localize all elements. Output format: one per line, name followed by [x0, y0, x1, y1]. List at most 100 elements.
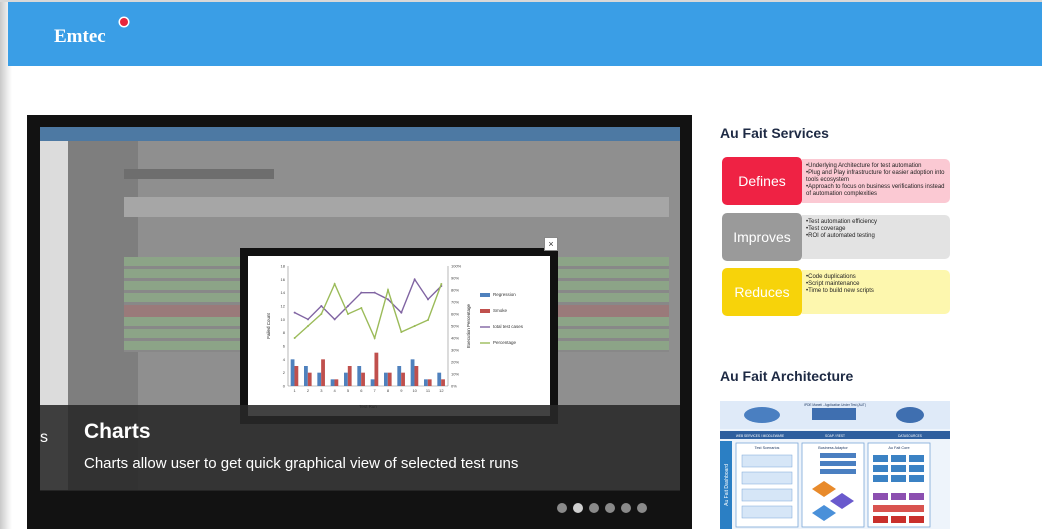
y-tick-label: 14 [281, 290, 286, 295]
bar-regression [304, 366, 308, 386]
y-tick-label: 0 [283, 384, 286, 389]
bar-smoke [401, 372, 405, 386]
y-tick-label: 4 [283, 357, 286, 362]
arch-top-label: IPDE Maneti - Application Under Test (AU… [804, 403, 866, 407]
legend-label: Smoke [493, 308, 508, 313]
architecture-heading[interactable]: Au Fait Architecture [720, 368, 853, 384]
architecture-diagram[interactable]: IPDE Maneti - Application Under Test (AU… [720, 401, 950, 529]
arch-core-box-red [873, 516, 888, 523]
y2-tick-label: 60% [451, 312, 459, 317]
service-point: Approach to focus on business verificati… [806, 184, 950, 198]
service-button-reduces[interactable]: Reduces [722, 268, 802, 316]
x-tick-label: 5 [347, 388, 350, 393]
x-tick-label: 7 [374, 388, 377, 393]
arch-band-label: WEB SERVICES / MIDDLEWARE [736, 434, 784, 438]
bar-regression [410, 359, 415, 386]
arch-core-box [873, 465, 888, 472]
line-total-test-cases [294, 277, 442, 321]
arch-dashboard-label: Au Fait Dashboard [724, 464, 730, 506]
arch-core-box [873, 455, 888, 462]
legend-label: Percentage [493, 340, 517, 345]
popup-close-icon[interactable]: × [544, 237, 558, 251]
service-point: Test coverage [806, 226, 950, 233]
point-percentage [320, 313, 323, 315]
arch-adaptor-box [820, 461, 856, 466]
point-total-test-cases [307, 318, 309, 321]
service-description: Test automation efficiencyTest coverageR… [802, 215, 950, 259]
service-button-improves[interactable]: Improves [722, 213, 802, 261]
arch-band-label: SOAP / REST [825, 434, 845, 438]
point-percentage [347, 313, 349, 315]
point-total-test-cases [387, 298, 389, 301]
bar-regression [424, 379, 428, 386]
services-heading: Au Fait Services [720, 125, 829, 141]
y2-tick-label: 80% [451, 288, 459, 293]
y2-tick-label: 0% [451, 384, 457, 389]
point-percentage [373, 337, 376, 339]
bar-smoke [307, 372, 312, 386]
arch-scenario-box [741, 454, 793, 468]
logo-dot-icon [120, 18, 128, 26]
arch-core-box-red [909, 516, 924, 523]
arch-browser-box [812, 408, 856, 420]
carousel-dot[interactable] [573, 503, 583, 513]
bar-smoke [294, 366, 299, 386]
service-point: Underlying Architecture for test automat… [806, 163, 950, 170]
arch-scenario-box [741, 488, 793, 502]
arch-core-box [909, 455, 924, 462]
arch-core-box [909, 475, 924, 482]
carousel-dot[interactable] [621, 503, 631, 513]
arch-cloud-icon [744, 407, 780, 423]
feature-carousel[interactable]: 0 2 4 6 8 10 12 14 16 18 0% 10% 20% 30% 40% 50% 60% 70% 80… [27, 115, 692, 529]
screenshot-grid [124, 197, 669, 217]
x-tick-label: 9 [400, 388, 403, 393]
service-point: Code duplications [806, 274, 950, 281]
arch-column-title: Test Scenarios [755, 446, 780, 450]
arch-database-icon [896, 407, 924, 423]
point-percentage [427, 319, 429, 321]
carousel-dot[interactable] [557, 503, 567, 513]
legend-label: Regression [493, 292, 516, 297]
bar-regression [384, 372, 388, 386]
point-total-test-cases [360, 291, 363, 294]
bar-smoke [347, 366, 352, 386]
y-tick-label: 18 [281, 264, 286, 269]
y-tick-label: 8 [283, 330, 286, 335]
bar-regression [437, 372, 442, 386]
arch-scenario-box [741, 471, 793, 485]
point-total-test-cases [413, 278, 416, 281]
point-percentage [413, 325, 416, 327]
bar-regression [344, 372, 348, 386]
legend-swatch [480, 309, 490, 313]
arch-core-box [891, 455, 906, 462]
point-total-test-cases [373, 291, 376, 294]
chart-svg: 0246810121416180%10%20%30%40%50%60%70%80… [266, 264, 524, 410]
service-description: Underlying Architecture for test automat… [802, 159, 950, 203]
carousel-dot[interactable] [637, 503, 647, 513]
y2-tick-label: 10% [451, 372, 459, 377]
service-point: Time to build new scripts [806, 288, 950, 295]
y-axis-title: Failed Count [266, 312, 271, 338]
service-row-defines: Defines Underlying Architecture for test … [722, 157, 952, 205]
carousel-dot[interactable] [605, 503, 615, 513]
service-point: Plug and Play infrastructure for easier … [806, 170, 950, 184]
bar-regression [370, 379, 375, 386]
x-tick-label: 11 [426, 388, 431, 393]
bar-regression [397, 366, 402, 386]
service-button-defines[interactable]: Defines [722, 157, 802, 205]
carousel-dot[interactable] [589, 503, 599, 513]
service-point: Test automation efficiency [806, 219, 950, 226]
point-total-test-cases [400, 311, 403, 314]
arch-core-box-purple [891, 493, 906, 500]
emtec-logo[interactable]: Emtec [54, 26, 106, 48]
arch-core-box-purple [909, 493, 924, 500]
point-total-test-cases [320, 305, 323, 307]
bar-smoke [321, 359, 325, 386]
y2-tick-label: 30% [451, 348, 459, 353]
service-row-improves: ImprovesTest automation efficiencyTest c… [722, 213, 952, 261]
x-tick-label: 1 [294, 388, 297, 393]
arch-column-title: Business Adaptor [818, 446, 848, 450]
service-point: ROI of automated testing [806, 233, 950, 240]
point-percentage [333, 283, 336, 285]
y-tick-label: 6 [283, 344, 286, 349]
